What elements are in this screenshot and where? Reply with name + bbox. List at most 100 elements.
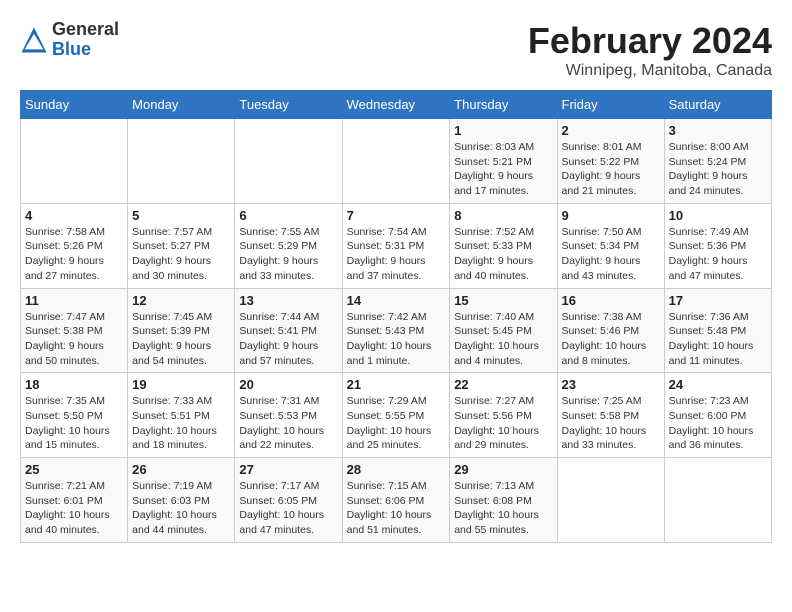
calendar-cell — [21, 119, 128, 204]
calendar-cell: 18Sunrise: 7:35 AMSunset: 5:50 PMDayligh… — [21, 373, 128, 458]
day-info: Sunrise: 7:13 AMSunset: 6:08 PMDaylight:… — [454, 479, 552, 538]
day-number: 19 — [132, 377, 230, 392]
day-info: Sunrise: 7:36 AMSunset: 5:48 PMDaylight:… — [669, 310, 767, 369]
day-info: Sunrise: 8:01 AMSunset: 5:22 PMDaylight:… — [562, 140, 660, 199]
day-number: 28 — [347, 462, 446, 477]
calendar-cell: 24Sunrise: 7:23 AMSunset: 6:00 PMDayligh… — [664, 373, 771, 458]
weekday-header-monday: Monday — [128, 91, 235, 119]
day-number: 11 — [25, 293, 123, 308]
day-info: Sunrise: 7:45 AMSunset: 5:39 PMDaylight:… — [132, 310, 230, 369]
calendar-cell: 23Sunrise: 7:25 AMSunset: 5:58 PMDayligh… — [557, 373, 664, 458]
day-number: 8 — [454, 208, 552, 223]
day-number: 25 — [25, 462, 123, 477]
day-info: Sunrise: 7:58 AMSunset: 5:26 PMDaylight:… — [25, 225, 123, 284]
day-number: 21 — [347, 377, 446, 392]
day-info: Sunrise: 7:50 AMSunset: 5:34 PMDaylight:… — [562, 225, 660, 284]
day-number: 24 — [669, 377, 767, 392]
logo: General Blue — [20, 20, 119, 60]
day-number: 3 — [669, 123, 767, 138]
logo-general: General — [52, 19, 119, 39]
day-number: 6 — [239, 208, 337, 223]
calendar-cell: 2 Sunrise: 8:01 AMSunset: 5:22 PMDaylight… — [557, 119, 664, 204]
calendar-cell: 7 Sunrise: 7:54 AMSunset: 5:31 PMDaylight… — [342, 203, 450, 288]
day-info: Sunrise: 7:33 AMSunset: 5:51 PMDaylight:… — [132, 394, 230, 453]
calendar-cell — [664, 458, 771, 543]
calendar-cell: 20 Sunrise: 7:31 AMSunset: 5:53 PMDayligh… — [235, 373, 342, 458]
calendar-cell: 27 Sunrise: 7:17 AMSunset: 6:05 PMDayligh… — [235, 458, 342, 543]
calendar-cell: 6 Sunrise: 7:55 AMSunset: 5:29 PMDaylight… — [235, 203, 342, 288]
day-number: 15 — [454, 293, 552, 308]
day-number: 12 — [132, 293, 230, 308]
calendar-cell: 29 Sunrise: 7:13 AMSunset: 6:08 PMDayligh… — [450, 458, 557, 543]
calendar-cell: 4 Sunrise: 7:58 AMSunset: 5:26 PMDaylight… — [21, 203, 128, 288]
calendar-cell: 17 Sunrise: 7:36 AMSunset: 5:48 PMDayligh… — [664, 288, 771, 373]
calendar-cell: 19 Sunrise: 7:33 AMSunset: 5:51 PMDayligh… — [128, 373, 235, 458]
day-info: Sunrise: 7:42 AMSunset: 5:43 PMDaylight:… — [347, 310, 446, 369]
logo-icon — [20, 26, 48, 54]
day-number: 22 — [454, 377, 552, 392]
day-number: 29 — [454, 462, 552, 477]
calendar-cell: 13Sunrise: 7:44 AMSunset: 5:41 PMDayligh… — [235, 288, 342, 373]
calendar-cell: 10 Sunrise: 7:49 AMSunset: 5:36 PMDayligh… — [664, 203, 771, 288]
day-number: 4 — [25, 208, 123, 223]
weekday-header-wednesday: Wednesday — [342, 91, 450, 119]
day-info: Sunrise: 7:57 AMSunset: 5:27 PMDaylight:… — [132, 225, 230, 284]
calendar-cell: 8 Sunrise: 7:52 AMSunset: 5:33 PMDaylight… — [450, 203, 557, 288]
day-number: 2 — [562, 123, 660, 138]
calendar-cell: 16 Sunrise: 7:38 AMSunset: 5:46 PMDayligh… — [557, 288, 664, 373]
day-info: Sunrise: 7:21 AMSunset: 6:01 PMDaylight:… — [25, 479, 123, 538]
day-info: Sunrise: 7:47 AMSunset: 5:38 PMDaylight:… — [25, 310, 123, 369]
day-number: 20 — [239, 377, 337, 392]
calendar-week-4: 18Sunrise: 7:35 AMSunset: 5:50 PMDayligh… — [21, 373, 772, 458]
weekday-header-tuesday: Tuesday — [235, 91, 342, 119]
day-number: 17 — [669, 293, 767, 308]
day-info: Sunrise: 7:52 AMSunset: 5:33 PMDaylight:… — [454, 225, 552, 284]
calendar-cell — [342, 119, 450, 204]
calendar-cell — [235, 119, 342, 204]
calendar-cell: 14Sunrise: 7:42 AMSunset: 5:43 PMDayligh… — [342, 288, 450, 373]
day-info: Sunrise: 7:38 AMSunset: 5:46 PMDaylight:… — [562, 310, 660, 369]
page-header: General Blue February 2024 Winnipeg, Man… — [20, 20, 772, 80]
day-number: 26 — [132, 462, 230, 477]
day-info: Sunrise: 7:40 AMSunset: 5:45 PMDaylight:… — [454, 310, 552, 369]
calendar-cell: 15 Sunrise: 7:40 AMSunset: 5:45 PMDayligh… — [450, 288, 557, 373]
day-number: 13 — [239, 293, 337, 308]
day-info: Sunrise: 7:17 AMSunset: 6:05 PMDaylight:… — [239, 479, 337, 538]
day-info: Sunrise: 7:49 AMSunset: 5:36 PMDaylight:… — [669, 225, 767, 284]
calendar-table: SundayMondayTuesdayWednesdayThursdayFrid… — [20, 90, 772, 543]
day-number: 16 — [562, 293, 660, 308]
day-info: Sunrise: 7:15 AMSunset: 6:06 PMDaylight:… — [347, 479, 446, 538]
day-info: Sunrise: 7:29 AMSunset: 5:55 PMDaylight:… — [347, 394, 446, 453]
calendar-cell: 1Sunrise: 8:03 AMSunset: 5:21 PMDaylight… — [450, 119, 557, 204]
calendar-body: 1Sunrise: 8:03 AMSunset: 5:21 PMDaylight… — [21, 119, 772, 543]
weekday-header-saturday: Saturday — [664, 91, 771, 119]
calendar-week-5: 25 Sunrise: 7:21 AMSunset: 6:01 PMDayligh… — [21, 458, 772, 543]
day-number: 5 — [132, 208, 230, 223]
calendar-week-1: 1Sunrise: 8:03 AMSunset: 5:21 PMDaylight… — [21, 119, 772, 204]
day-info: Sunrise: 7:31 AMSunset: 5:53 PMDaylight:… — [239, 394, 337, 453]
calendar-cell: 22 Sunrise: 7:27 AMSunset: 5:56 PMDayligh… — [450, 373, 557, 458]
title-area: February 2024 Winnipeg, Manitoba, Canada — [528, 20, 772, 80]
calendar-week-3: 11 Sunrise: 7:47 AMSunset: 5:38 PMDayligh… — [21, 288, 772, 373]
day-number: 27 — [239, 462, 337, 477]
day-number: 18 — [25, 377, 123, 392]
day-number: 10 — [669, 208, 767, 223]
calendar-cell: 21 Sunrise: 7:29 AMSunset: 5:55 PMDayligh… — [342, 373, 450, 458]
calendar-cell: 25 Sunrise: 7:21 AMSunset: 6:01 PMDayligh… — [21, 458, 128, 543]
calendar-cell: 3 Sunrise: 8:00 AMSunset: 5:24 PMDaylight… — [664, 119, 771, 204]
day-info: Sunrise: 7:25 AMSunset: 5:58 PMDaylight:… — [562, 394, 660, 453]
logo-text: General Blue — [52, 20, 119, 60]
calendar-cell: 11 Sunrise: 7:47 AMSunset: 5:38 PMDayligh… — [21, 288, 128, 373]
calendar-cell: 26Sunrise: 7:19 AMSunset: 6:03 PMDayligh… — [128, 458, 235, 543]
day-info: Sunrise: 8:00 AMSunset: 5:24 PMDaylight:… — [669, 140, 767, 199]
calendar-week-2: 4 Sunrise: 7:58 AMSunset: 5:26 PMDaylight… — [21, 203, 772, 288]
day-info: Sunrise: 7:54 AMSunset: 5:31 PMDaylight:… — [347, 225, 446, 284]
day-number: 7 — [347, 208, 446, 223]
calendar-cell: 12 Sunrise: 7:45 AMSunset: 5:39 PMDayligh… — [128, 288, 235, 373]
day-number: 9 — [562, 208, 660, 223]
calendar-cell: 9 Sunrise: 7:50 AMSunset: 5:34 PMDaylight… — [557, 203, 664, 288]
location-title: Winnipeg, Manitoba, Canada — [528, 62, 772, 80]
day-info: Sunrise: 7:55 AMSunset: 5:29 PMDaylight:… — [239, 225, 337, 284]
day-info: Sunrise: 7:27 AMSunset: 5:56 PMDaylight:… — [454, 394, 552, 453]
calendar-cell — [128, 119, 235, 204]
